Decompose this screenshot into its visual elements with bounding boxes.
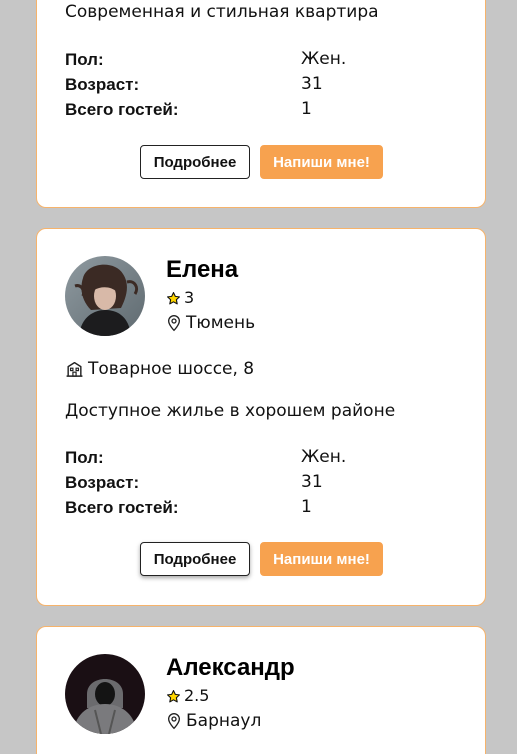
stat-age: Возраст: 31 <box>65 470 445 495</box>
more-button[interactable]: Подробнее <box>140 145 250 179</box>
listing-description: Доступное жилье в хорошем районе <box>65 401 396 421</box>
stat-guests: Всего гостей: 1 <box>65 97 445 122</box>
profile-header: Александр 2.5 Барнаул <box>65 654 295 734</box>
rating: 3 <box>166 288 255 308</box>
rating-value: 3 <box>184 288 195 307</box>
city-name: Тюмень <box>186 313 256 333</box>
stat-value: Жен. <box>301 49 347 69</box>
avatar[interactable] <box>65 256 145 336</box>
avatar[interactable] <box>65 654 145 734</box>
stat-gender: Пол: Жен. <box>65 445 445 470</box>
profile-identity: Александр 2.5 Барнаул <box>166 654 295 731</box>
profiles-feed: Современная и стильная квартира Пол: Жен… <box>0 0 517 754</box>
star-icon <box>167 689 180 702</box>
rating-value: 2.5 <box>184 686 210 705</box>
more-button[interactable]: Подробнее <box>140 542 250 576</box>
profile-name[interactable]: Александр <box>166 654 295 682</box>
write-me-button[interactable]: Напиши мне! <box>260 542 383 576</box>
stat-label: Пол: <box>65 50 104 69</box>
star-icon <box>167 291 180 304</box>
profile-card: Современная и стильная квартира Пол: Жен… <box>36 0 486 208</box>
stat-label: Пол: <box>65 448 104 467</box>
profile-header: Елена 3 Тюмень <box>65 256 255 336</box>
stat-value: 1 <box>301 99 312 119</box>
city-name: Барнаул <box>186 711 262 731</box>
stat-age: Возраст: 31 <box>65 72 445 97</box>
stat-label: Всего гостей: <box>65 498 179 517</box>
listing-description: Современная и стильная квартира <box>65 2 379 22</box>
stat-guests: Всего гостей: 1 <box>65 495 445 520</box>
city: Барнаул <box>166 711 295 731</box>
card-actions: Подробнее Напиши мне! <box>140 542 383 576</box>
profile-card: Александр 2.5 Барнаул <box>36 626 486 754</box>
profile-name[interactable]: Елена <box>166 256 255 284</box>
stat-label: Всего гостей: <box>65 100 179 119</box>
card-actions: Подробнее Напиши мне! <box>140 145 383 179</box>
stat-gender: Пол: Жен. <box>65 47 445 72</box>
profile-stats: Пол: Жен. Возраст: 31 Всего гостей: 1 <box>65 445 445 520</box>
location-pin-icon <box>167 315 181 332</box>
location-pin-icon <box>167 713 181 730</box>
stat-value: 1 <box>301 497 312 517</box>
profile-identity: Елена 3 Тюмень <box>166 256 255 333</box>
address-text: Товарное шоссе, 8 <box>88 359 255 379</box>
write-me-button[interactable]: Напиши мне! <box>260 145 383 179</box>
stat-value: 31 <box>301 74 323 94</box>
city: Тюмень <box>166 313 255 333</box>
stat-label: Возраст: <box>65 75 140 94</box>
rating: 2.5 <box>166 686 295 706</box>
building-icon <box>66 361 83 377</box>
stat-value: Жен. <box>301 447 347 467</box>
stat-label: Возраст: <box>65 473 140 492</box>
profile-stats: Пол: Жен. Возраст: 31 Всего гостей: 1 <box>65 47 445 122</box>
stat-value: 31 <box>301 472 323 492</box>
listing-address: Товарное шоссе, 8 <box>65 358 254 380</box>
profile-card: Елена 3 Тюмень Товарное шоссе, 8 Доступн… <box>36 228 486 606</box>
